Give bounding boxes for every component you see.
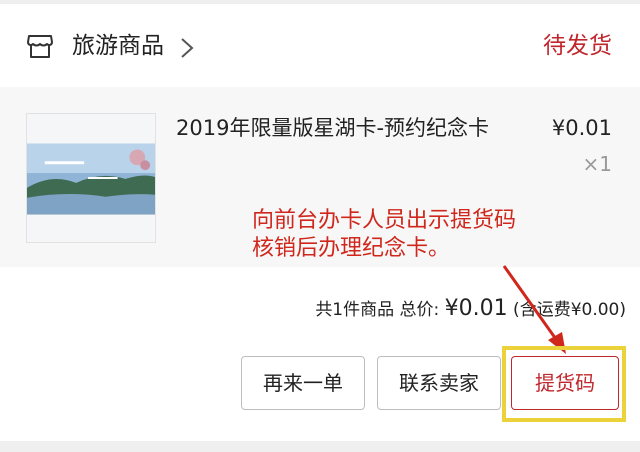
product-name[interactable]: 2019年限量版星湖卡-预约纪念卡 (176, 113, 489, 143)
order-page: 旅游商品 待发货 2019年限量版星湖卡-预约纪念卡 ¥0.01 ×1 向前台办… (0, 0, 640, 452)
shop-header[interactable]: 旅游商品 待发货 (0, 4, 640, 86)
order-status: 待发货 (543, 33, 612, 59)
reorder-button[interactable]: 再来一单 (241, 356, 365, 410)
product-price: ¥0.01 (551, 116, 612, 140)
product-item[interactable]: 2019年限量版星湖卡-预约纪念卡 ¥0.01 ×1 向前台办卡人员出示提货码 … (0, 87, 640, 267)
shop-name[interactable]: 旅游商品 (72, 30, 164, 62)
item-count: 共1件商品 总价: (315, 300, 445, 320)
product-quantity: ×1 (582, 152, 612, 176)
contact-seller-button[interactable]: 联系卖家 (377, 356, 501, 410)
store-icon (27, 35, 53, 58)
annotation-line-2: 核销后办理纪念卡。 (252, 236, 451, 261)
annotation-line-1: 向前台办卡人员出示提货码 (252, 208, 517, 233)
card-thumbnail[interactable] (26, 113, 156, 243)
annotation-text: 向前台办卡人员出示提货码 核销后办理纪念卡。 (252, 207, 516, 263)
bottom-divider (0, 441, 640, 452)
order-card: 旅游商品 待发货 2019年限量版星湖卡-预约纪念卡 ¥0.01 ×1 向前台办… (0, 4, 640, 441)
pickup-code-button[interactable]: 提货码 (511, 356, 619, 410)
annotation-arrow-icon (502, 265, 566, 354)
chevron-right-icon[interactable] (180, 37, 194, 59)
